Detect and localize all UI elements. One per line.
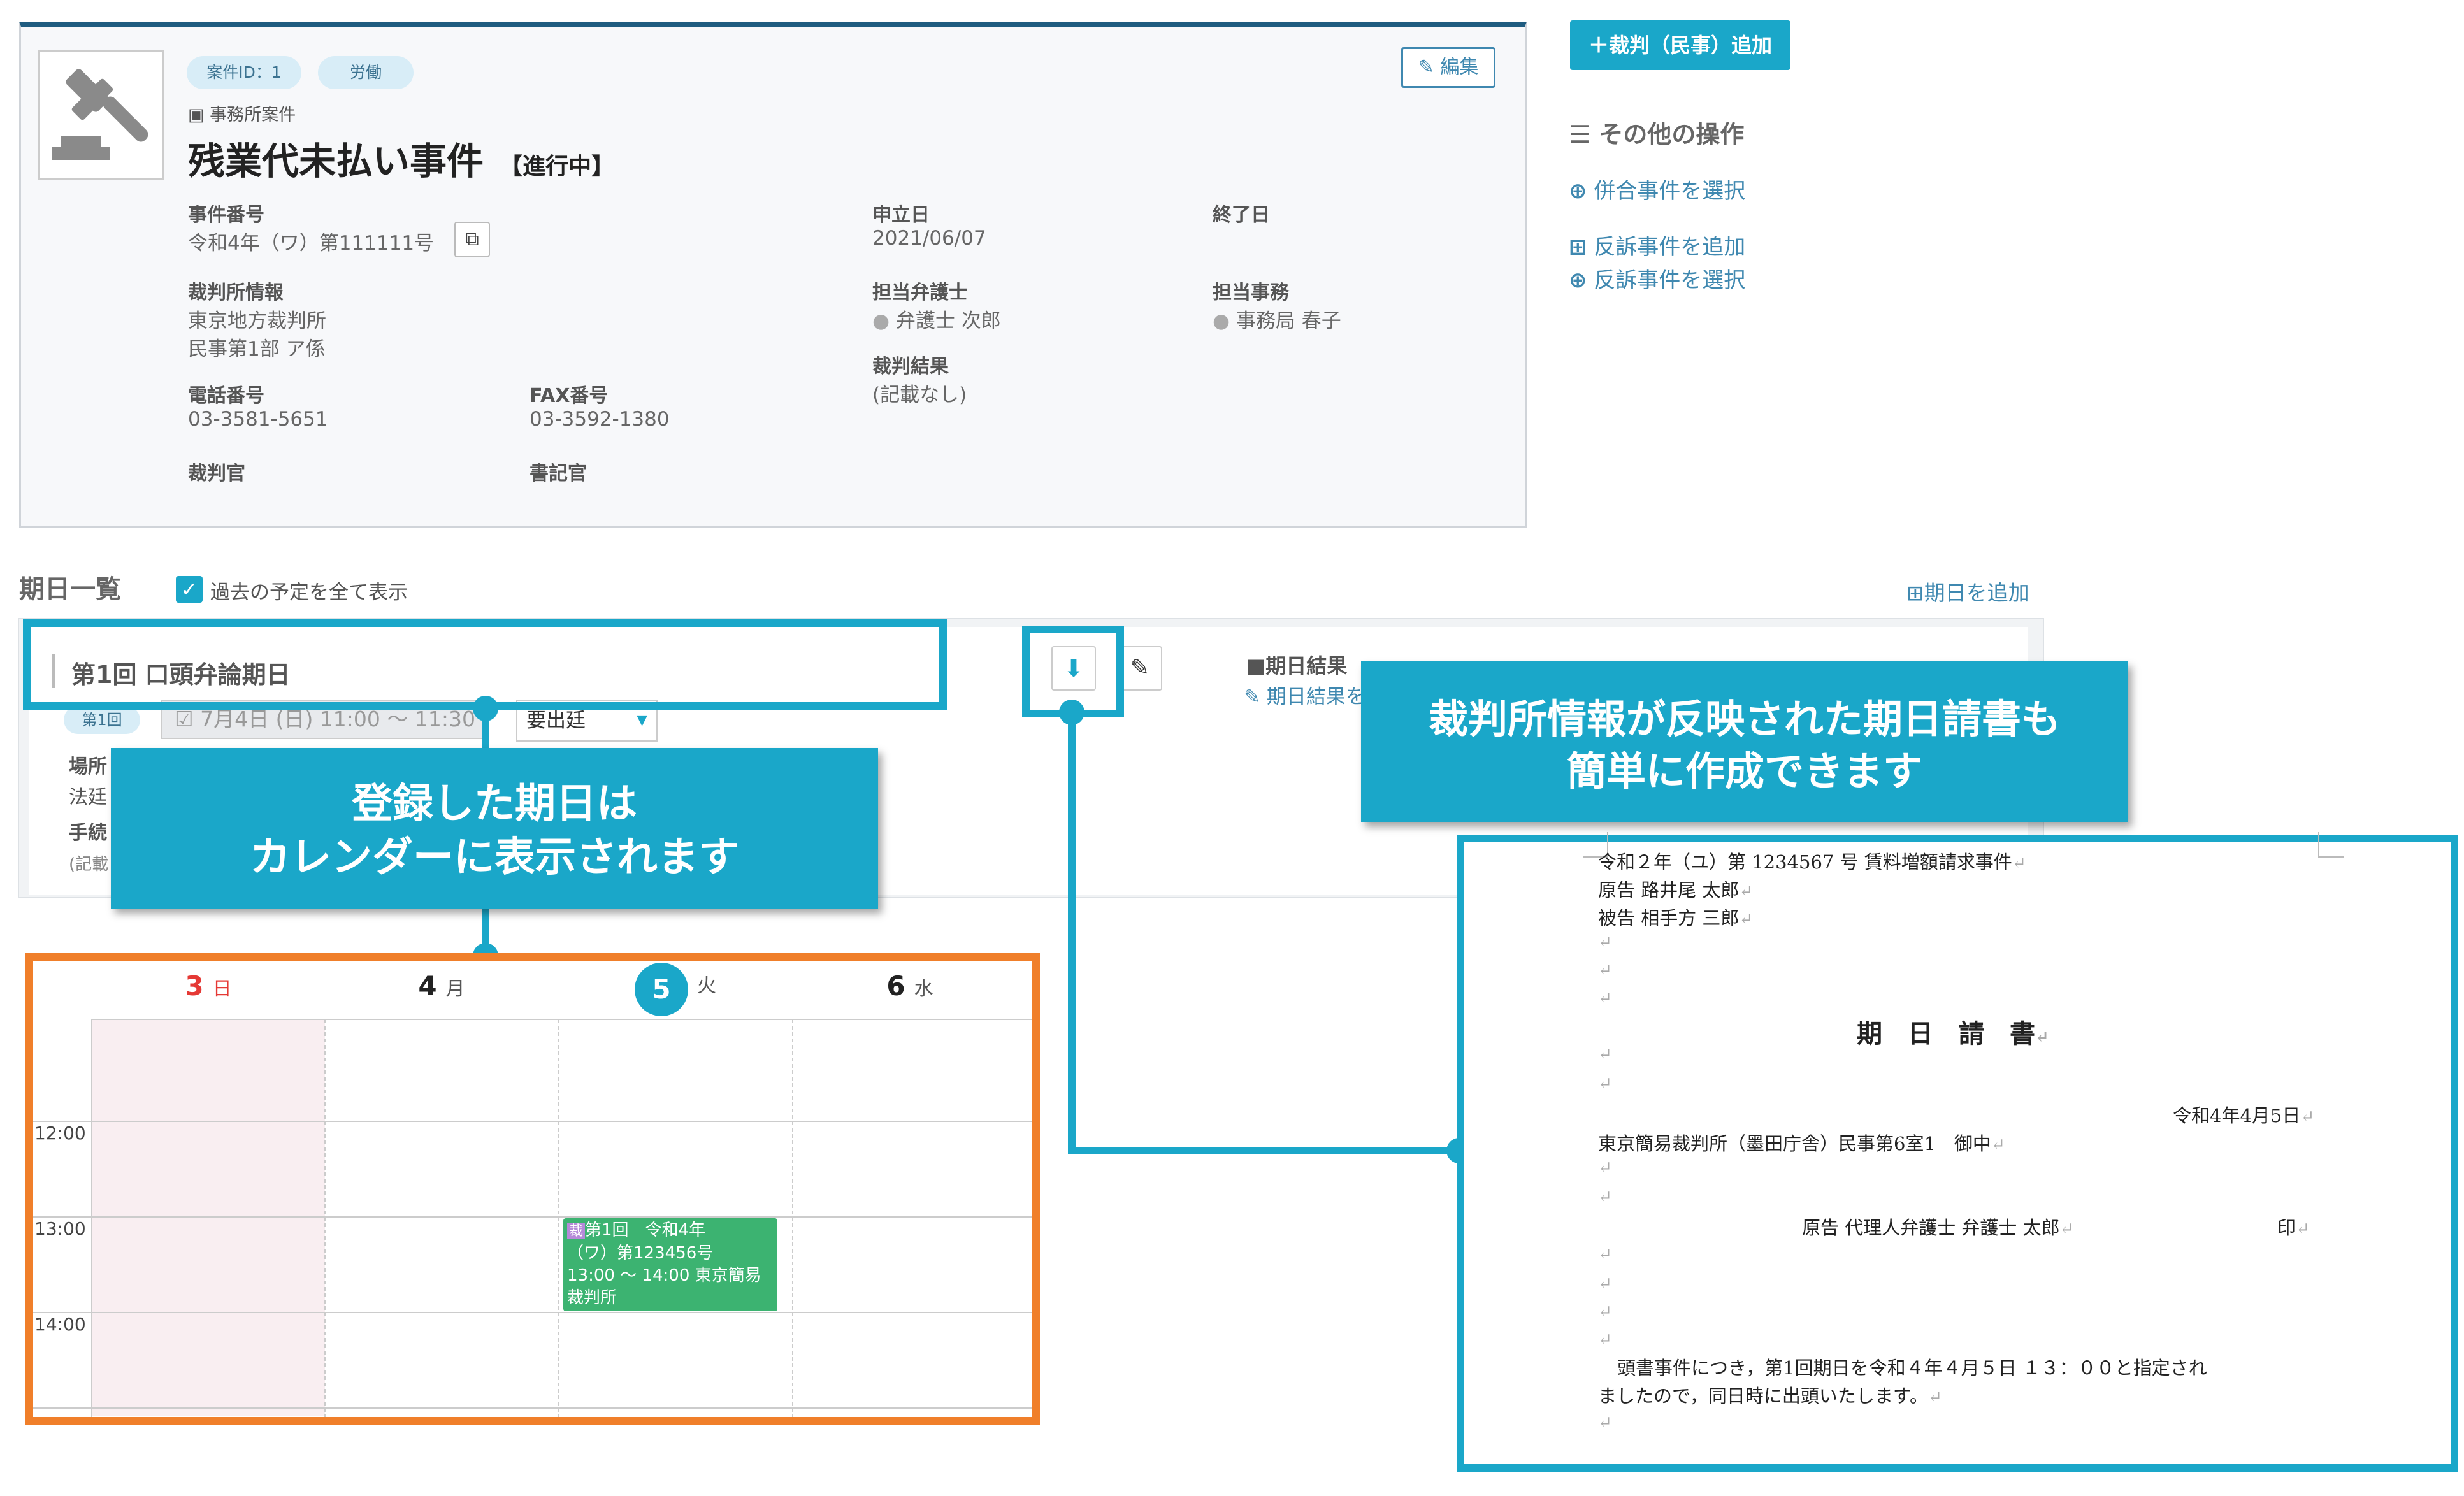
day-name: 月 [445, 978, 465, 1000]
doc-plaintiff: 原告 路井尾 太郎↵ [1598, 879, 1754, 901]
return-mark: ↵ [1598, 1413, 1612, 1432]
event-line4: 裁判所 [567, 1288, 617, 1307]
return-mark: ↵ [1598, 1245, 1612, 1264]
doc-seal: 印↵ [2277, 1217, 2310, 1239]
day-name: 水 [914, 978, 933, 1000]
event-line3: 13:00 ～ 14:00 東京簡易 [567, 1266, 761, 1285]
doc-heading: 期 日 請 書↵ [1857, 1019, 2049, 1049]
return-mark: ↵ [1598, 1045, 1612, 1064]
document-callout-line1: 裁判所情報が反映された期日請書も [1428, 696, 2061, 742]
doc-defendant: 被告 相手方 三郎↵ [1598, 907, 1754, 929]
return-mark: ↵ [1598, 1188, 1612, 1207]
doc-court: 東京簡易裁判所（墨田庁舎）民事第6室1 御中↵ [1598, 1133, 2005, 1154]
return-mark: ↵ [1598, 961, 1612, 980]
doc-signer: 原告 代理人弁護士 弁護士 太郎↵ [1802, 1217, 2074, 1239]
calendar-event[interactable]: 裁第1回 令和4年 （ワ）第123456号 13:00 ～ 14:00 東京簡易… [563, 1218, 777, 1311]
event-line2: （ワ）第123456号 [567, 1244, 714, 1263]
calendar-callout: 登録した期日は カレンダーに表示されます [111, 748, 878, 909]
doc-date: 令和4年4月5日↵ [2173, 1105, 2315, 1126]
time-label: 12:00 [34, 1123, 86, 1144]
document-callout-line2: 簡単に作成できます [1566, 748, 1922, 795]
return-mark: ↵ [1598, 1330, 1612, 1349]
day-header-tue[interactable]: 5火 [558, 962, 793, 1016]
return-mark: ↵ [1598, 1274, 1612, 1293]
time-label: 13:00 [34, 1218, 86, 1239]
return-mark: ↵ [1598, 1302, 1612, 1321]
day-num: 3 [185, 970, 204, 1002]
day-name: 日 [212, 978, 232, 1000]
doc-body-line1: 頭書事件につき，第1回期日を令和４年４月５日 １３：００と指定され [1617, 1357, 2207, 1379]
return-mark: ↵ [1598, 933, 1612, 952]
day-num: 6 [886, 970, 905, 1002]
return-mark: ↵ [1598, 1074, 1612, 1093]
doc-body-line2: ましたので，同日時に出頭いたします。↵ [1598, 1385, 1942, 1407]
event-badge: 裁 [567, 1223, 586, 1239]
page-corner-mark [2318, 832, 2344, 858]
time-label: 14:00 [34, 1314, 86, 1335]
return-mark: ↵ [1598, 989, 1612, 1008]
return-mark: ↵ [1598, 1158, 1612, 1177]
document-callout: 裁判所情報が反映された期日請書も 簡単に作成できます [1361, 661, 2128, 822]
day-name: 火 [697, 975, 716, 997]
day-num-today: 5 [635, 962, 688, 1016]
calendar-callout-line2: カレンダーに表示されます [250, 834, 739, 881]
day-header-mon[interactable]: 4月 [325, 962, 558, 1011]
calendar-grid [33, 1019, 1032, 1417]
day-num: 4 [418, 970, 437, 1002]
day-header-sun[interactable]: 3日 [92, 962, 325, 1011]
day-header-wed[interactable]: 6水 [793, 962, 1027, 1011]
calendar-callout-line1: 登録した期日は [352, 780, 637, 828]
event-line1: 第1回 令和4年 [585, 1221, 706, 1240]
doc-case-line: 令和２年（ユ）第 1234567 号 賃料増額請求事件↵ [1598, 851, 2026, 873]
